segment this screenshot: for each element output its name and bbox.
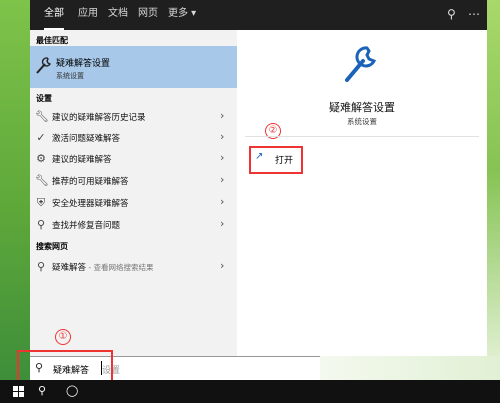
- windows-start-icon[interactable]: [13, 386, 24, 397]
- settings-item-label: 安全处理器疑难解答: [52, 199, 129, 209]
- detail-pane: 疑难解答设置 系统设置 ② ↗ 打开: [237, 30, 487, 356]
- annotation-number-1: ①: [55, 329, 71, 345]
- search-filter-bar: 全部 应用 文档 网页 更多 ▾ ⚲ ⋯: [30, 0, 487, 30]
- settings-item-activation-troubleshoot[interactable]: ✓ 激活问题疑难解答 ›: [30, 128, 237, 148]
- settings-item-label: 激活问题疑难解答: [52, 134, 121, 144]
- wrench-icon: [36, 57, 51, 74]
- annotation-box-open: [249, 146, 303, 174]
- settings-item-label: 建议的疑难解答历史记录: [52, 113, 146, 123]
- settings-item-recommended-troubleshoot[interactable]: ⚙ 建议的疑难解答 ›: [30, 149, 237, 169]
- chevron-right-icon[interactable]: ›: [220, 130, 224, 143]
- chevron-right-icon[interactable]: ›: [220, 151, 224, 164]
- chevron-right-icon[interactable]: ›: [220, 109, 224, 122]
- chevron-right-icon[interactable]: ›: [220, 173, 224, 186]
- search-panel: 全部 应用 文档 网页 更多 ▾ ⚲ ⋯ 最佳匹配 疑难解答设置 系统设置 设置…: [30, 0, 487, 356]
- chevron-right-icon[interactable]: ›: [220, 259, 224, 272]
- search-icon: ⚲: [36, 218, 46, 231]
- search-icon: ⚲: [36, 260, 46, 273]
- best-match-title: 疑难解答设置: [56, 59, 111, 69]
- desktop-wallpaper-bottom: [320, 356, 500, 380]
- settings-item-available-troubleshoot[interactable]: 🔧︎ 推荐的可用疑难解答 ›: [30, 171, 237, 191]
- settings-item-label: 建议的疑难解答: [52, 155, 112, 165]
- tab-all[interactable]: 全部: [44, 0, 64, 30]
- wrench-icon: 🔧︎: [35, 174, 49, 187]
- settings-item-label: 查找并修复音问题: [52, 221, 121, 231]
- chevron-right-icon[interactable]: ›: [220, 195, 224, 208]
- desktop-wallpaper-right: [487, 0, 500, 380]
- settings-item-audio-troubleshoot[interactable]: ⚲ 查找并修复音问题 ›: [30, 215, 237, 235]
- settings-item-label: 推荐的可用疑难解答: [52, 177, 129, 187]
- tab-documents[interactable]: 文档: [108, 0, 128, 30]
- desktop-wallpaper-left: [0, 0, 30, 380]
- tab-apps[interactable]: 应用: [78, 0, 98, 30]
- check-circle-icon: ✓: [36, 131, 46, 144]
- best-match-item[interactable]: 疑难解答设置 系统设置: [30, 46, 237, 88]
- search-icon[interactable]: ⚲: [38, 384, 46, 398]
- settings-header: 设置: [36, 94, 52, 103]
- settings-item-troubleshoot-history[interactable]: 🔧︎ 建议的疑难解答历史记录 ›: [30, 107, 237, 127]
- shield-icon: ⛨: [36, 196, 46, 209]
- annotation-box-search: [17, 350, 113, 384]
- wrench-icon: 🔧︎: [35, 110, 49, 123]
- web-search-header: 搜索网页: [36, 242, 68, 251]
- web-search-item[interactable]: ⚲ 疑难解答 - 查看网络搜索结果 ›: [30, 257, 237, 277]
- tab-web[interactable]: 网页: [138, 0, 158, 30]
- chevron-right-icon[interactable]: ›: [220, 217, 224, 230]
- detail-divider: [245, 136, 479, 137]
- cortana-icon[interactable]: ◯: [66, 384, 78, 398]
- more-options-icon[interactable]: ⋯: [468, 6, 480, 22]
- taskbar: ⚲ ◯: [0, 380, 500, 403]
- settings-item-security-processor[interactable]: ⛨ 安全处理器疑难解答 ›: [30, 193, 237, 213]
- tab-more[interactable]: 更多 ▾: [168, 0, 196, 30]
- results-list: 最佳匹配 疑难解答设置 系统设置 设置 🔧︎ 建议的疑难解答历史记录 › ✓ 激…: [30, 30, 237, 356]
- web-search-label: 疑难解答 - 查看网络搜索结果: [52, 263, 154, 273]
- detail-title: 疑难解答设置: [329, 101, 395, 114]
- best-match-header: 最佳匹配: [36, 36, 68, 45]
- person-wrench-icon: ⚙: [36, 152, 46, 165]
- wrench-icon: [345, 46, 377, 82]
- best-match-subtitle: 系统设置: [56, 72, 84, 80]
- feedback-icon[interactable]: ⚲: [447, 6, 456, 22]
